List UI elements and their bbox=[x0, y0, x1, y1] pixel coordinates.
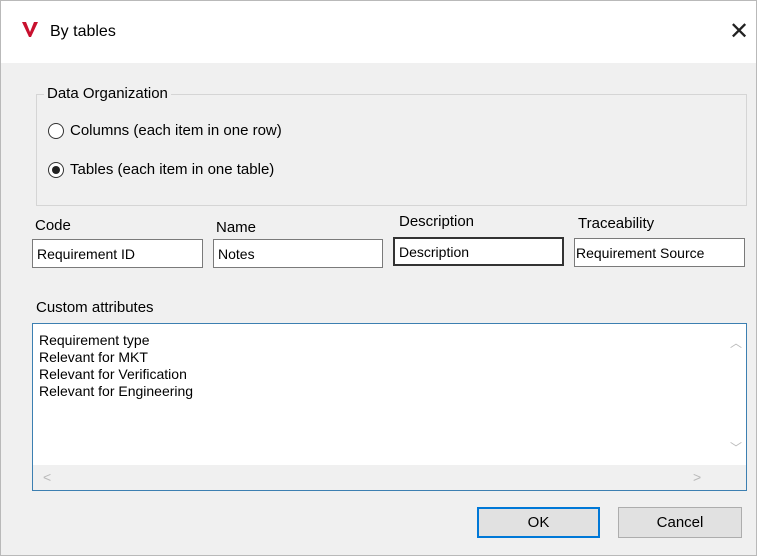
cancel-button[interactable]: Cancel bbox=[618, 507, 742, 538]
by-tables-dialog: By tables ✕ Data Organization Columns (e… bbox=[0, 0, 757, 556]
description-input[interactable]: Description bbox=[393, 237, 564, 266]
list-item: Requirement type bbox=[39, 332, 150, 348]
custom-attributes-label: Custom attributes bbox=[36, 299, 154, 316]
name-input[interactable]: Notes bbox=[213, 239, 383, 268]
title-bar: By tables ✕ bbox=[1, 1, 756, 63]
app-logo-icon bbox=[22, 22, 38, 37]
radio-columns[interactable]: Columns (each item in one row) bbox=[48, 122, 282, 139]
scroll-right-icon[interactable]: > bbox=[693, 469, 701, 485]
scroll-left-icon[interactable]: < bbox=[43, 469, 51, 485]
close-button[interactable]: ✕ bbox=[723, 15, 755, 47]
list-item: Relevant for Verification bbox=[39, 366, 187, 382]
data-organization-group bbox=[36, 94, 747, 206]
code-input[interactable]: Requirement ID bbox=[32, 239, 203, 268]
custom-attributes-textarea[interactable]: Requirement type Relevant for MKT Releva… bbox=[32, 323, 747, 491]
description-label: Description bbox=[399, 213, 475, 230]
traceability-label: Traceability bbox=[578, 215, 655, 232]
traceability-input[interactable]: Requirement Source bbox=[574, 238, 745, 267]
close-icon: ✕ bbox=[728, 17, 750, 45]
code-label: Code bbox=[35, 217, 71, 234]
radio-columns-label: Columns (each item in one row) bbox=[70, 122, 282, 139]
horizontal-scrollbar[interactable]: < > bbox=[33, 465, 746, 490]
window-title: By tables bbox=[50, 23, 116, 40]
radio-columns-indicator[interactable] bbox=[48, 122, 64, 139]
radio-tables[interactable]: Tables (each item in one table) bbox=[48, 161, 274, 178]
vertical-scrollbar[interactable]: ︿ ﹀ bbox=[726, 324, 746, 464]
scroll-up-icon[interactable]: ︿ bbox=[730, 334, 742, 351]
scroll-down-icon[interactable]: ﹀ bbox=[730, 439, 742, 456]
custom-attributes-list: Requirement type Relevant for MKT Releva… bbox=[39, 332, 193, 400]
radio-tables-label: Tables (each item in one table) bbox=[70, 161, 275, 178]
list-item: Relevant for MKT bbox=[39, 349, 148, 365]
list-item: Relevant for Engineering bbox=[39, 383, 194, 399]
radio-tables-indicator[interactable] bbox=[48, 161, 64, 178]
ok-button[interactable]: OK bbox=[477, 507, 600, 538]
name-label: Name bbox=[216, 219, 257, 236]
data-organization-title: Data Organization bbox=[44, 85, 171, 102]
